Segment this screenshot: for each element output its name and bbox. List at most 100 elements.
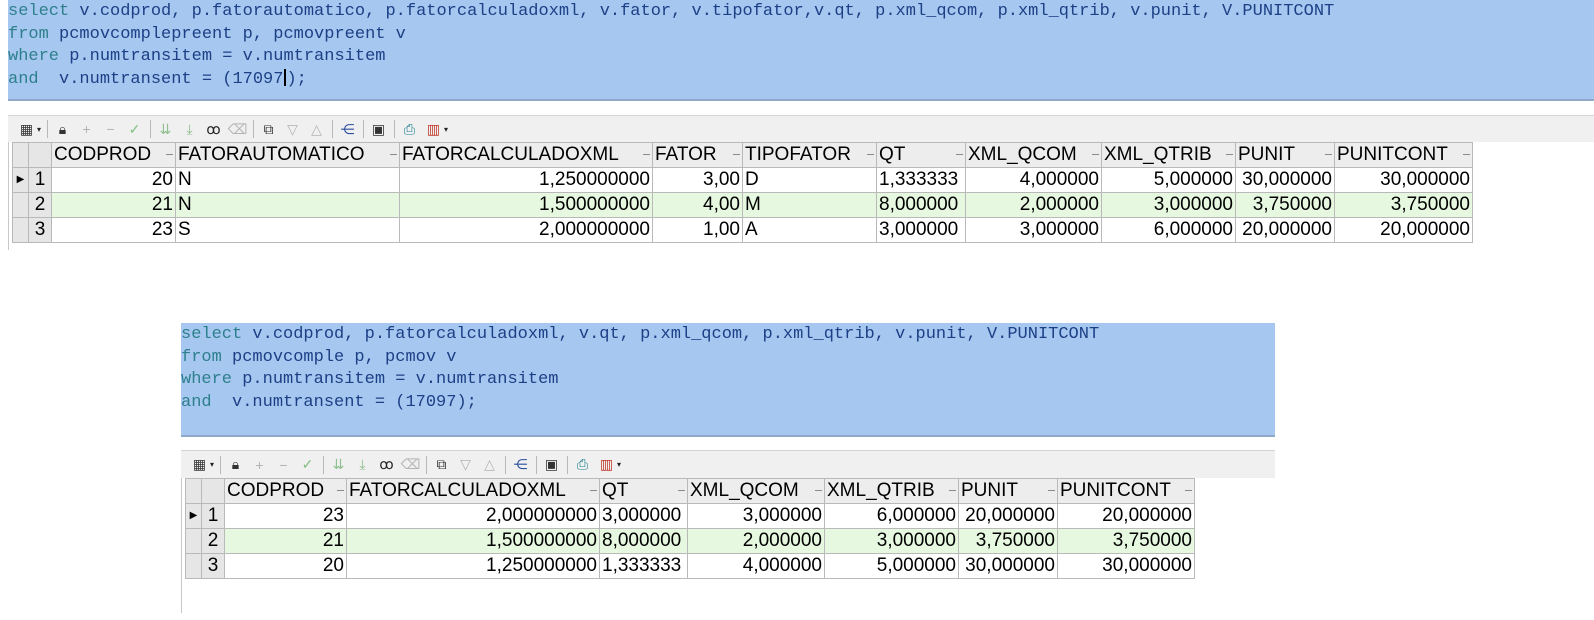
row-number[interactable]: 3 xyxy=(201,553,225,579)
cell-fatorcalculadoxml[interactable]: 1,250000000 xyxy=(399,167,653,193)
cell-fatorcalculadoxml[interactable]: 1,500000000 xyxy=(399,192,653,218)
sql-editor-1[interactable]: select v.codprod, p.fatorautomatico, p.f… xyxy=(8,0,1594,101)
chart-icon[interactable]: ▥ xyxy=(596,454,617,475)
cell-codprod[interactable]: 23 xyxy=(224,503,347,529)
cell-tipofator[interactable]: A xyxy=(742,217,877,243)
column-header-qt[interactable]: QT xyxy=(876,142,966,168)
print-icon[interactable]: ⎙ xyxy=(399,119,420,140)
column-resize-handle[interactable] xyxy=(590,490,597,491)
column-header-fatorcalculadoxml[interactable]: FATORCALCULADOXML xyxy=(399,142,653,168)
current-row-indicator-icon[interactable]: ▶ xyxy=(185,503,202,529)
column-resize-handle[interactable] xyxy=(1048,490,1055,491)
column-resize-handle[interactable] xyxy=(1092,154,1099,155)
cell-codprod[interactable]: 21 xyxy=(224,528,347,554)
current-row-indicator-icon[interactable]: ▶ xyxy=(12,167,29,193)
table-row[interactable]: 2 21 1,500000000 8,000000 2,000000 3,000000 3,… xyxy=(185,528,1195,554)
find-binoculars-icon[interactable]: ꝏ xyxy=(203,119,224,140)
cell-punitcont[interactable]: 20,000000 xyxy=(1334,217,1473,243)
cell-punitcont[interactable]: 3,750000 xyxy=(1057,528,1195,554)
cell-xml_qtrib[interactable]: 5,000000 xyxy=(824,553,959,579)
cell-xml_qtrib[interactable]: 3,000000 xyxy=(1101,192,1236,218)
cell-fatorautomatico[interactable]: S xyxy=(175,217,400,243)
column-header-qt[interactable]: QT xyxy=(599,478,688,504)
export-tree-icon[interactable]: ⋲ xyxy=(510,454,531,475)
cell-qt[interactable]: 3,000000 xyxy=(876,217,966,243)
cell-qt[interactable]: 3,000000 xyxy=(599,503,688,529)
cell-punitcont[interactable]: 20,000000 xyxy=(1057,503,1195,529)
row-number[interactable]: 2 xyxy=(28,192,52,218)
cell-qt[interactable]: 8,000000 xyxy=(599,528,688,554)
cell-fatorcalculadoxml[interactable]: 1,500000000 xyxy=(346,528,600,554)
table-row[interactable]: ▶ 1 23 2,000000000 3,000000 3,000000 6,000000 2… xyxy=(185,503,1195,529)
column-header-punitcont[interactable]: PUNITCONT xyxy=(1334,142,1473,168)
column-resize-handle[interactable] xyxy=(815,490,822,491)
cell-xml_qtrib[interactable]: 6,000000 xyxy=(824,503,959,529)
save-icon[interactable]: ▣ xyxy=(541,454,562,475)
row-indicator[interactable] xyxy=(185,528,202,554)
row-indicator[interactable] xyxy=(185,553,202,579)
save-icon[interactable]: ▣ xyxy=(368,119,389,140)
column-header-xml_qcom[interactable]: XML_QCOM xyxy=(965,142,1102,168)
column-resize-handle[interactable] xyxy=(1226,154,1233,155)
cell-xml_qcom[interactable]: 3,000000 xyxy=(687,503,825,529)
sql-editor-2[interactable]: select v.codprod, p.fatorcalculadoxml, v… xyxy=(181,323,1275,437)
lock-icon[interactable]: 🔒︎ xyxy=(52,119,73,140)
cell-fatorautomatico[interactable]: N xyxy=(175,192,400,218)
column-header-fatorautomatico[interactable]: FATORAUTOMATICO xyxy=(175,142,400,168)
grid-view-icon[interactable]: ▦ xyxy=(189,454,210,475)
table-row[interactable]: 3 20 1,250000000 1,333333 4,000000 5,000000 30… xyxy=(185,553,1195,579)
cell-tipofator[interactable]: M xyxy=(742,192,877,218)
query-by-example-icon[interactable]: ⧉ xyxy=(258,119,279,140)
lock-icon[interactable]: 🔒︎ xyxy=(225,454,246,475)
column-resize-handle[interactable] xyxy=(733,154,740,155)
cell-punitcont[interactable]: 30,000000 xyxy=(1057,553,1195,579)
cell-xml_qcom[interactable]: 4,000000 xyxy=(687,553,825,579)
cell-fator[interactable]: 4,00 xyxy=(652,192,743,218)
column-header-punit[interactable]: PUNIT xyxy=(1235,142,1335,168)
query-by-example-icon[interactable]: ⧉ xyxy=(431,454,452,475)
row-indicator[interactable] xyxy=(12,192,29,218)
column-header-xml_qtrib[interactable]: XML_QTRIB xyxy=(824,478,959,504)
cell-xml_qcom[interactable]: 3,000000 xyxy=(965,217,1102,243)
cell-qt[interactable]: 1,333333 xyxy=(599,553,688,579)
cell-punit[interactable]: 20,000000 xyxy=(958,503,1058,529)
column-header-tipofator[interactable]: TIPOFATOR xyxy=(742,142,877,168)
column-header-fator[interactable]: FATOR xyxy=(652,142,743,168)
column-resize-handle[interactable] xyxy=(390,154,397,155)
column-resize-handle[interactable] xyxy=(166,154,173,155)
cell-fatorcalculadoxml[interactable]: 2,000000000 xyxy=(346,503,600,529)
column-header-xml_qcom[interactable]: XML_QCOM xyxy=(687,478,825,504)
cell-punit[interactable]: 3,750000 xyxy=(1235,192,1335,218)
cell-codprod[interactable]: 20 xyxy=(51,167,176,193)
table-row[interactable]: ▶ 1 20 N 1,250000000 3,00 D 1,333333 4,000000 5,0… xyxy=(12,167,1473,193)
cell-xml_qcom[interactable]: 4,000000 xyxy=(965,167,1102,193)
cell-qt[interactable]: 1,333333 xyxy=(876,167,966,193)
chart-icon[interactable]: ▥ xyxy=(423,119,444,140)
cell-punit[interactable]: 3,750000 xyxy=(958,528,1058,554)
column-resize-handle[interactable] xyxy=(949,490,956,491)
column-resize-handle[interactable] xyxy=(1185,490,1192,491)
cell-xml_qtrib[interactable]: 3,000000 xyxy=(824,528,959,554)
cell-punit[interactable]: 20,000000 xyxy=(1235,217,1335,243)
row-number[interactable]: 1 xyxy=(201,503,225,529)
column-resize-handle[interactable] xyxy=(678,490,685,491)
row-number[interactable]: 3 xyxy=(28,217,52,243)
row-number[interactable]: 1 xyxy=(28,167,52,193)
cell-xml_qcom[interactable]: 2,000000 xyxy=(687,528,825,554)
cell-codprod[interactable]: 20 xyxy=(224,553,347,579)
cell-xml_qtrib[interactable]: 5,000000 xyxy=(1101,167,1236,193)
column-resize-handle[interactable] xyxy=(643,154,650,155)
row-number[interactable]: 2 xyxy=(201,528,225,554)
cell-punit[interactable]: 30,000000 xyxy=(1235,167,1335,193)
column-header-xml_qtrib[interactable]: XML_QTRIB xyxy=(1101,142,1236,168)
column-resize-handle[interactable] xyxy=(1325,154,1332,155)
dropdown-arrow-icon[interactable]: ▾ xyxy=(210,460,214,469)
row-indicator[interactable] xyxy=(12,217,29,243)
column-resize-handle[interactable] xyxy=(956,154,963,155)
grid-view-icon[interactable]: ▦ xyxy=(16,119,37,140)
column-header-codprod[interactable]: CODPROD xyxy=(51,142,176,168)
cell-qt[interactable]: 8,000000 xyxy=(876,192,966,218)
result-grid-1[interactable]: CODPROD FATORAUTOMATICO FATORCALCULADOXML F… xyxy=(12,142,1473,243)
dropdown-arrow-icon[interactable]: ▾ xyxy=(37,125,41,134)
export-tree-icon[interactable]: ⋲ xyxy=(337,119,358,140)
